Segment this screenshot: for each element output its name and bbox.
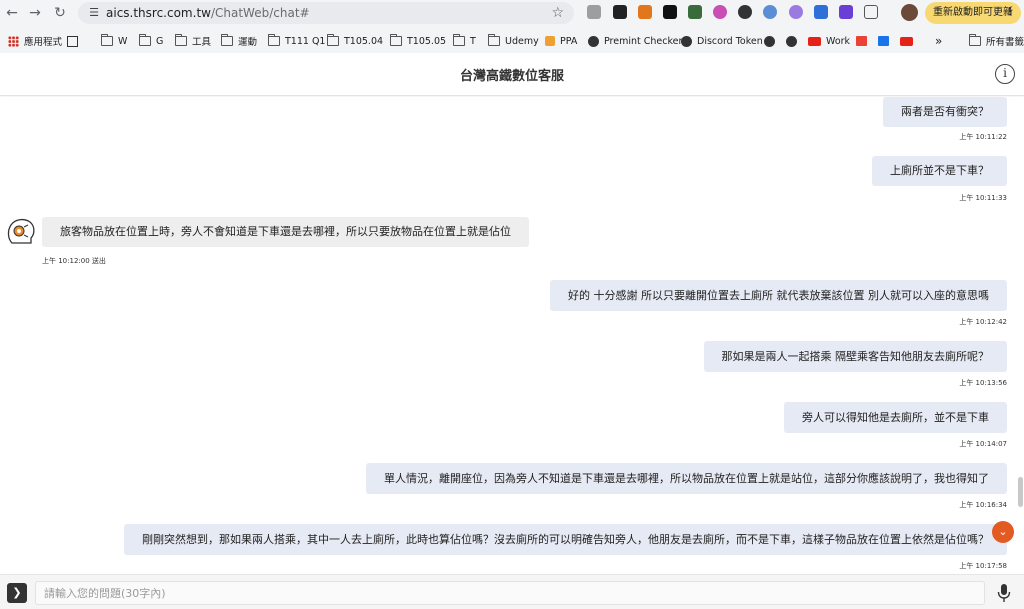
chevron-right-icon: ❯ [12, 586, 22, 599]
folder-icon [139, 34, 151, 46]
bookmark-folder[interactable]: T111 Q1 [268, 31, 325, 51]
question-input[interactable] [35, 581, 985, 605]
bookmark-item[interactable] [67, 31, 83, 51]
message-timestamp: 上午 10:13:56 [959, 379, 1007, 387]
bookmark-item[interactable] [764, 31, 780, 51]
page-title: 台灣高鐵數位客服 [459, 69, 564, 84]
user-message-bubble: 那如果是兩人一起搭乘 隔壁乘客告知他朋友去廁所呢？ [703, 341, 1007, 372]
shield-icon[interactable] [814, 5, 828, 19]
metamask-icon[interactable] [638, 5, 652, 19]
back-icon[interactable]: ← [2, 3, 22, 23]
url-text[interactable]: aics.thsrc.com.tw/ChatWeb/chat# [106, 5, 310, 21]
message-timestamp: 上午 10:14:07 [959, 440, 1007, 448]
extension-icon[interactable] [688, 5, 702, 19]
address-bar[interactable]: ☰ aics.thsrc.com.tw/ChatWeb/chat# ☆ [78, 2, 574, 24]
message-timestamp: 上午 10:11:22 [959, 133, 1007, 141]
extension-icon[interactable] [663, 5, 677, 19]
reload-icon[interactable]: ↻ [50, 3, 70, 23]
extension-icon[interactable] [713, 5, 727, 19]
folder-icon [488, 34, 500, 46]
gmail-icon [856, 36, 867, 46]
extension-icon[interactable] [763, 5, 777, 19]
message-timestamp: 上午 10:17:58 [959, 562, 1007, 570]
bookmark-item[interactable]: Discord Token [681, 31, 763, 51]
bookmark-item[interactable]: Work [808, 31, 850, 51]
user-message-bubble: 兩者是否有衝突？ [883, 97, 1007, 127]
browser-chrome: ← → ↻ ☰ aics.thsrc.com.tw/ChatWeb/chat# … [0, 0, 1024, 53]
folder-icon [969, 34, 981, 46]
extension-icon [878, 36, 889, 46]
browser-toolbar: ← → ↻ ☰ aics.thsrc.com.tw/ChatWeb/chat# … [0, 0, 1024, 26]
chat-input-bar: ❯ [0, 574, 1024, 609]
user-message-bubble: 上廁所並不是下車？ [872, 156, 1007, 186]
user-message-bubble: 好的 十分感謝 所以只要離開位置去上廁所 就代表放棄該位置 別人就可以入座的意思… [550, 280, 1007, 311]
globe-icon [786, 35, 797, 47]
message-timestamp: 上午 10:11:33 [959, 194, 1007, 202]
more-bookmarks-icon[interactable]: » [935, 31, 942, 51]
bookmark-folder[interactable]: T105.05 [390, 31, 446, 51]
bookmark-item[interactable]: PPA [545, 31, 577, 51]
user-message-bubble: 剛剛突然想到，那如果兩人搭乘，其中一人去上廁所，此時也算佔位嗎？沒去廁所的可以明… [124, 524, 1007, 555]
scrollbar-thumb[interactable] [1018, 477, 1023, 507]
microphone-icon[interactable] [996, 583, 1012, 603]
chat-scrollbar[interactable] [1018, 97, 1023, 573]
bookmark-item[interactable] [856, 31, 872, 51]
bookmark-folder[interactable]: 工具 [175, 31, 211, 51]
youtube-icon [900, 36, 913, 46]
message-timestamp: 上午 10:16:34 [959, 501, 1007, 509]
bookmark-item[interactable] [878, 31, 894, 51]
bookmark-item[interactable]: Premint Checker [588, 31, 682, 51]
more-vert-icon[interactable]: ⋮ [1005, 2, 1015, 24]
bot-avatar-icon [7, 218, 35, 244]
extension-icon[interactable] [789, 5, 803, 19]
bookmark-item[interactable] [786, 31, 802, 51]
puzzle-icon[interactable] [864, 5, 878, 19]
grid-icon [67, 35, 78, 47]
bookmark-folder[interactable]: 運動 [221, 31, 257, 51]
menu-toggle-button[interactable]: ❯ [7, 583, 27, 603]
globe-icon [681, 35, 692, 47]
message-timestamp: 上午 10:12:00 送出 [42, 257, 106, 265]
profile-avatar[interactable] [901, 4, 918, 21]
ppa-icon [545, 36, 555, 46]
bookmark-folder[interactable]: Udemy [488, 31, 539, 51]
info-icon[interactable]: i [995, 64, 1015, 84]
folder-icon [390, 34, 402, 46]
scroll-to-bottom-button[interactable]: ⌄ [992, 521, 1014, 543]
folder-icon [453, 34, 465, 46]
apps-icon [8, 35, 19, 47]
bookmark-item[interactable]: 應用程式 [8, 31, 62, 51]
chevron-down-icon: ⌄ [998, 525, 1008, 538]
folder-icon [101, 34, 113, 46]
bookmark-folder[interactable]: T [453, 31, 476, 51]
folder-icon [221, 34, 233, 46]
extension-icon[interactable] [587, 5, 601, 19]
app-header: 台灣高鐵數位客服 i [0, 54, 1024, 96]
bookmark-folder[interactable]: G [139, 31, 163, 51]
all-bookmarks-folder[interactable]: 所有書籤 [969, 31, 1024, 51]
user-message-bubble: 單人情況，離開座位，因為旁人不知道是下車還是去哪裡，所以物品放在位置上就是站位，… [366, 463, 1007, 494]
chat-log: 兩者是否有衝突？ 上午 10:11:22 上廁所並不是下車？ 上午 10:11:… [0, 97, 1024, 573]
bookmark-item[interactable] [900, 31, 918, 51]
forward-icon[interactable]: → [25, 3, 45, 23]
globe-icon [764, 35, 775, 47]
extension-icon[interactable] [738, 5, 752, 19]
bookmarks-bar: 應用程式 W G 工具 運動 T111 Q1 T105.04 T105.05 T… [0, 31, 1024, 51]
notion-icon[interactable] [613, 5, 627, 19]
relaunch-update-button[interactable]: 重新啟動即可更新 ⋮ [925, 2, 1021, 24]
bookmark-folder[interactable]: T105.04 [327, 31, 383, 51]
user-message-bubble: 旁人可以得知他是去廁所，並不是下車 [784, 402, 1007, 433]
youtube-icon [808, 36, 821, 46]
folder-icon [327, 34, 339, 46]
folder-icon [268, 34, 280, 46]
folder-icon [175, 34, 187, 46]
bot-message-bubble: 旅客物品放在位置上時，旁人不會知道是下車還是去哪裡，所以只要放物品在位置上就是佔… [42, 217, 529, 247]
message-timestamp: 上午 10:12:42 [959, 318, 1007, 326]
bookmark-folder[interactable]: W [101, 31, 127, 51]
bookmark-star-icon[interactable]: ☆ [551, 4, 564, 22]
extension-icon[interactable] [839, 5, 853, 19]
site-settings-icon[interactable]: ☰ [86, 5, 102, 21]
globe-icon [588, 35, 599, 47]
